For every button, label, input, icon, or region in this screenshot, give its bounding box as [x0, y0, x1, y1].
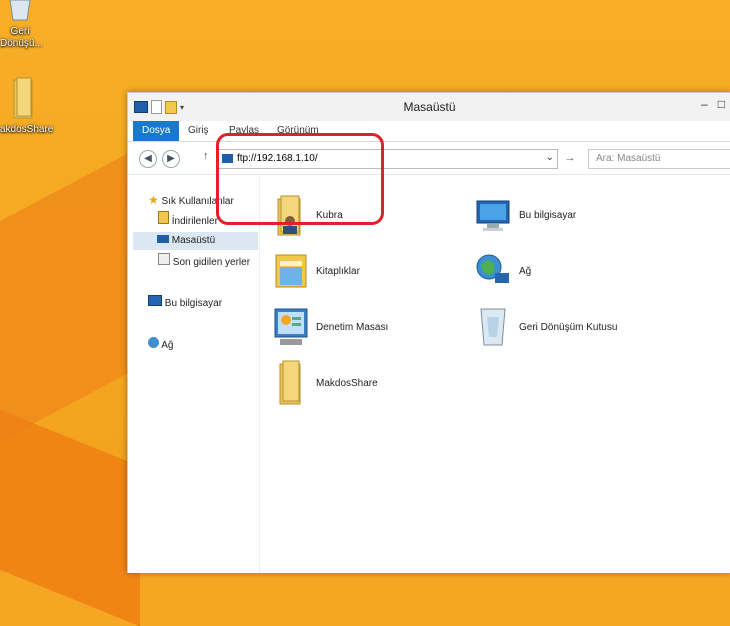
tab-file[interactable]: Dosya	[133, 121, 180, 141]
annotation-highlight	[216, 133, 384, 225]
desktop-icon-label: akdosShare	[0, 124, 54, 135]
item-this-pc[interactable]: Bu bilgisayar	[473, 193, 576, 237]
go-arrow-icon[interactable]: →	[561, 149, 579, 167]
folder-icon	[13, 77, 33, 119]
star-icon: ★	[148, 193, 159, 207]
downloads-icon	[158, 211, 169, 224]
search-placeholder: Ara: Masaüstü	[596, 153, 661, 164]
search-input[interactable]: Ara: Masaüstü	[588, 149, 730, 169]
computer-icon	[476, 200, 510, 231]
libraries-icon	[275, 254, 307, 288]
window-title: Masaüstü	[403, 100, 456, 114]
navigation-pane: ★ Sık Kullanılanlar İndirilenler Masaüst…	[128, 175, 260, 573]
item-label: Denetim Masası	[316, 321, 389, 333]
nav-label: Ağ	[161, 340, 174, 351]
item-label: Geri Dönüşüm Kutusu	[519, 321, 618, 333]
control-panel-icon	[274, 308, 308, 345]
maximize-button[interactable]: □	[718, 97, 725, 111]
back-button[interactable]: ◀	[139, 150, 157, 168]
recycle-bin-icon	[9, 0, 31, 21]
nav-label: Son gidilen yerler	[172, 257, 251, 268]
item-libraries[interactable]: Kitaplıklar	[272, 249, 360, 293]
nav-network[interactable]: Ağ	[148, 337, 173, 355]
nav-label: Bu bilgisayar	[164, 298, 223, 309]
nav-recent[interactable]: Son gidilen yerler	[158, 253, 250, 271]
item-label: Bu bilgisayar	[519, 209, 577, 221]
nav-desktop[interactable]: Masaüstü	[133, 232, 258, 250]
item-control-panel[interactable]: Denetim Masası	[272, 305, 388, 349]
nav-label: Masaüstü	[171, 235, 216, 246]
item-makdosshare[interactable]: MakdosShare	[272, 360, 378, 405]
nav-downloads[interactable]: İndirilenler	[158, 211, 218, 229]
chevron-down-icon[interactable]: ⌄	[546, 152, 554, 163]
content-area: Kubra Bu bilgisayar Kitaplıklar Ağ Denet…	[260, 175, 730, 573]
nav-label: İndirilenler	[171, 216, 218, 227]
minimize-button[interactable]: –	[701, 97, 708, 111]
computer-icon	[148, 295, 162, 306]
tab-home[interactable]: Giriş	[179, 121, 218, 141]
recent-places-icon	[158, 253, 170, 265]
item-label: MakdosShare	[316, 377, 378, 389]
desktop-share-folder[interactable]: akdosShare	[0, 76, 54, 136]
desktop-icon-label: Geri	[10, 26, 30, 37]
desktop-icon-label: Dönüşü...	[0, 38, 43, 49]
item-network[interactable]: Ağ	[473, 249, 531, 293]
network-icon	[476, 254, 509, 283]
forward-button[interactable]: ▶	[162, 150, 180, 168]
item-label: Kitaplıklar	[316, 265, 360, 277]
item-recycle-bin[interactable]: Geri Dönüşüm Kutusu	[473, 305, 617, 349]
item-label: Ağ	[519, 265, 532, 277]
desktop-decoration	[0, 393, 140, 626]
recycle-bin-icon	[480, 308, 506, 346]
network-icon	[148, 337, 159, 348]
desktop-icon	[157, 235, 169, 243]
nav-this-pc[interactable]: Bu bilgisayar	[148, 295, 222, 313]
folder-icon	[279, 360, 301, 405]
desktop-recycle-bin[interactable]: Geri Dönüşü...	[0, 0, 43, 50]
title-bar[interactable]: ▾ Masaüstü – □	[128, 93, 730, 121]
up-arrow-icon[interactable]: ↑	[203, 150, 209, 162]
